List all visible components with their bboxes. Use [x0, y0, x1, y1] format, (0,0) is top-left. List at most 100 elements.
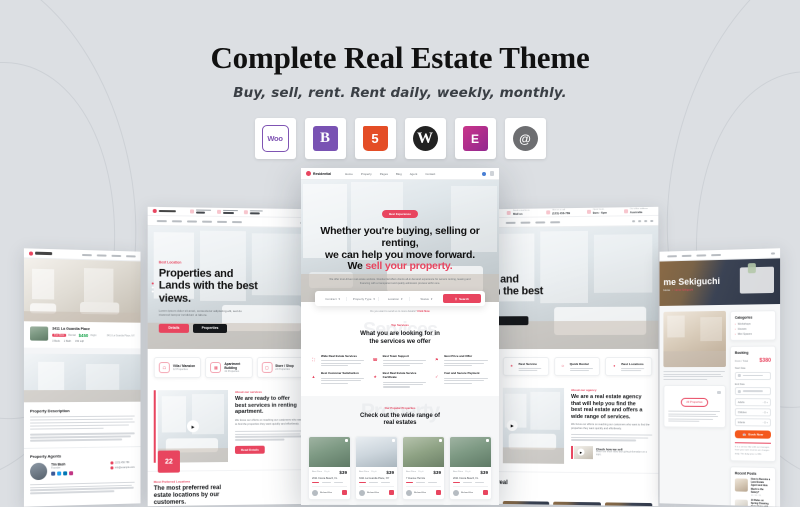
contact-icon[interactable] — [483, 490, 488, 496]
location-card-spain[interactable]: Spain — [604, 502, 653, 507]
nav-item-contact[interactable] — [550, 220, 561, 223]
nav-item-pages[interactable]: Pages — [380, 172, 388, 176]
about-image-wrap[interactable]: ▶ 22 — [153, 390, 229, 473]
property-card[interactable] — [402, 503, 445, 505]
property-card[interactable] — [308, 503, 351, 505]
feature-card-best-locations[interactable]: ● Best Locations — [605, 357, 653, 377]
nav-item-pages[interactable] — [186, 219, 198, 223]
twitter-icon[interactable] — [57, 471, 62, 476]
html5-badge[interactable]: 5 — [354, 118, 396, 159]
nav-item-pages[interactable] — [505, 221, 516, 224]
logo[interactable] — [29, 250, 53, 256]
hero-search-bar[interactable]: Contract ▾ Property Type ▾ Location ▾ St… — [301, 291, 499, 313]
play-button[interactable]: ▶ — [506, 420, 518, 432]
breadcrumb[interactable]: Home / Home Sekiguchi — [663, 288, 720, 293]
topbar-phone[interactable]: Give us a call (123) 456-789 — [546, 209, 570, 215]
topbar-phone[interactable] — [217, 209, 238, 215]
category-card-villa[interactable]: ☖ Villa / Mansion 12 Properties — [153, 357, 202, 379]
nav-item-agent[interactable] — [696, 253, 707, 257]
stepper-controls[interactable]: - 0 + — [763, 421, 768, 424]
search-field-status[interactable]: Status ▾ — [413, 297, 440, 301]
favorite-icon[interactable] — [439, 438, 442, 442]
favorite-icon[interactable] — [345, 438, 348, 442]
contact-icon[interactable] — [389, 490, 394, 496]
service-item-wide-real-estate[interactable]: ⛶ Wide Real Estate Services — [309, 354, 367, 367]
nav-item-pages[interactable] — [667, 254, 677, 257]
nav-item-contact[interactable] — [711, 253, 721, 256]
feature-card-best-service[interactable]: ★ Best Service — [502, 356, 549, 377]
category-item-mini-spaces[interactable]: › Mini Spaces — [735, 332, 771, 336]
property-card[interactable]: Best Price /Night $39 2011 Cocoa Beach, … — [449, 435, 492, 500]
topbar-hours[interactable] — [243, 210, 263, 215]
nav-item-pages[interactable] — [111, 254, 122, 257]
play-button[interactable]: ▶ — [186, 420, 200, 433]
nav-item-blog[interactable] — [520, 221, 531, 224]
property-card[interactable] — [355, 503, 398, 505]
nav-item-blog[interactable] — [126, 254, 136, 257]
favorite-icon[interactable] — [486, 438, 489, 442]
recent-post-item[interactable]: 10 Rules on Spring Cleaning Your Home wi… — [734, 499, 771, 507]
property-card[interactable]: Best Price /Night $39 3411 La Guardia Pl… — [355, 435, 398, 500]
property-card[interactable]: Best Price /Night $39 2011 Cocoa Beach, … — [308, 435, 351, 500]
globe-icon[interactable] — [482, 171, 486, 176]
property-gallery-image[interactable] — [23, 258, 141, 323]
nav-item-agent[interactable] — [535, 220, 546, 224]
cart-icon[interactable] — [650, 219, 654, 222]
contact-icon[interactable] — [436, 490, 441, 496]
nav-item-blog[interactable]: Blog — [396, 172, 402, 176]
feature-card-quick-rental[interactable]: ☺ Quick Rental — [553, 356, 601, 377]
logo[interactable] — [152, 208, 176, 213]
category-card-apartment[interactable]: ▦ Apartment Building 41 Properties — [205, 356, 253, 379]
infants-stepper[interactable]: Infants - 0 + — [734, 418, 771, 427]
properties-button[interactable] — [496, 315, 529, 325]
center-mockup[interactable]: Residential Home Property Pages Blog Age… — [301, 168, 499, 505]
book-now-button[interactable]: 📅 Book Now — [734, 430, 771, 439]
category-card-store[interactable]: ▢ Store / Shop 23 Properties — [256, 356, 304, 378]
start-date-input[interactable] — [734, 371, 771, 380]
nav-item-home[interactable] — [82, 253, 92, 256]
stepper-controls[interactable]: - 0 + — [763, 401, 768, 404]
properties-button[interactable]: Properties — [193, 323, 228, 333]
property-card[interactable]: Best Price /Night $39 7 Avenue Hermle Ri… — [402, 435, 445, 500]
nav-item-agent[interactable]: Agent — [410, 172, 418, 176]
agent-avatar[interactable] — [30, 462, 48, 480]
agent-social-links[interactable] — [51, 470, 106, 476]
hero-note-link[interactable]: Click Now — [417, 310, 429, 313]
linkedin-icon[interactable] — [63, 471, 68, 476]
breadcrumb-home[interactable]: Home — [663, 289, 670, 292]
location-card-france[interactable]: France — [502, 500, 550, 507]
recent-post-item[interactable]: How to Become a Land Estate Agent and Ho… — [734, 478, 771, 497]
location-card-australia[interactable]: Australia — [553, 501, 601, 507]
nav-item-blog[interactable] — [681, 254, 692, 257]
nav-item-property[interactable] — [171, 219, 182, 222]
all-properties-button[interactable]: All Properties — [680, 397, 709, 407]
stepper-controls[interactable]: - 0 + — [763, 411, 768, 414]
topbar-mail[interactable]: Send a mail to us Mail us — [507, 210, 530, 216]
service-item-best-price-offer[interactable]: ⚑ Best Price and Offer — [432, 354, 490, 367]
details-button[interactable]: Details — [158, 323, 189, 333]
nav-item-blog[interactable] — [202, 220, 213, 223]
far-right-mockup[interactable]: me Sekiguchi Home / Home Sekiguchi All P… — [659, 248, 781, 507]
listing-image[interactable] — [663, 310, 726, 368]
nav-item-contact[interactable]: Contact — [425, 172, 435, 176]
nav-item-agent[interactable] — [217, 220, 228, 223]
mailchimp-badge[interactable]: @ — [504, 118, 546, 159]
service-item-service-certificate[interactable]: ★ Best Real Estate Service Certificate — [371, 371, 429, 388]
topbar-location[interactable]: Our office address Australia — [623, 208, 648, 214]
cart-icon[interactable] — [770, 251, 776, 255]
adults-stepper[interactable]: Adults - 0 + — [734, 398, 771, 407]
twitter-icon[interactable] — [638, 219, 642, 222]
children-stepper[interactable]: Children - 0 + — [734, 408, 771, 417]
service-item-fast-secure-payment[interactable]: ✓ Fast and Secure Payment — [432, 371, 490, 387]
grid-icon[interactable] — [717, 390, 721, 394]
nav-item-contact[interactable] — [231, 220, 242, 223]
search-field-location[interactable]: Location ▾ — [382, 296, 410, 301]
facebook-icon[interactable] — [51, 471, 56, 476]
end-date-input[interactable] — [734, 387, 771, 396]
play-icon[interactable]: ▶ — [577, 448, 585, 456]
about-image[interactable]: ▶ — [502, 388, 565, 465]
topbar-hours[interactable]: Open hours 9am - 6pm — [586, 209, 607, 215]
search-field-contract[interactable]: Contract ▾ — [319, 296, 348, 301]
instagram-icon[interactable] — [69, 470, 74, 475]
property-card[interactable] — [449, 503, 492, 505]
